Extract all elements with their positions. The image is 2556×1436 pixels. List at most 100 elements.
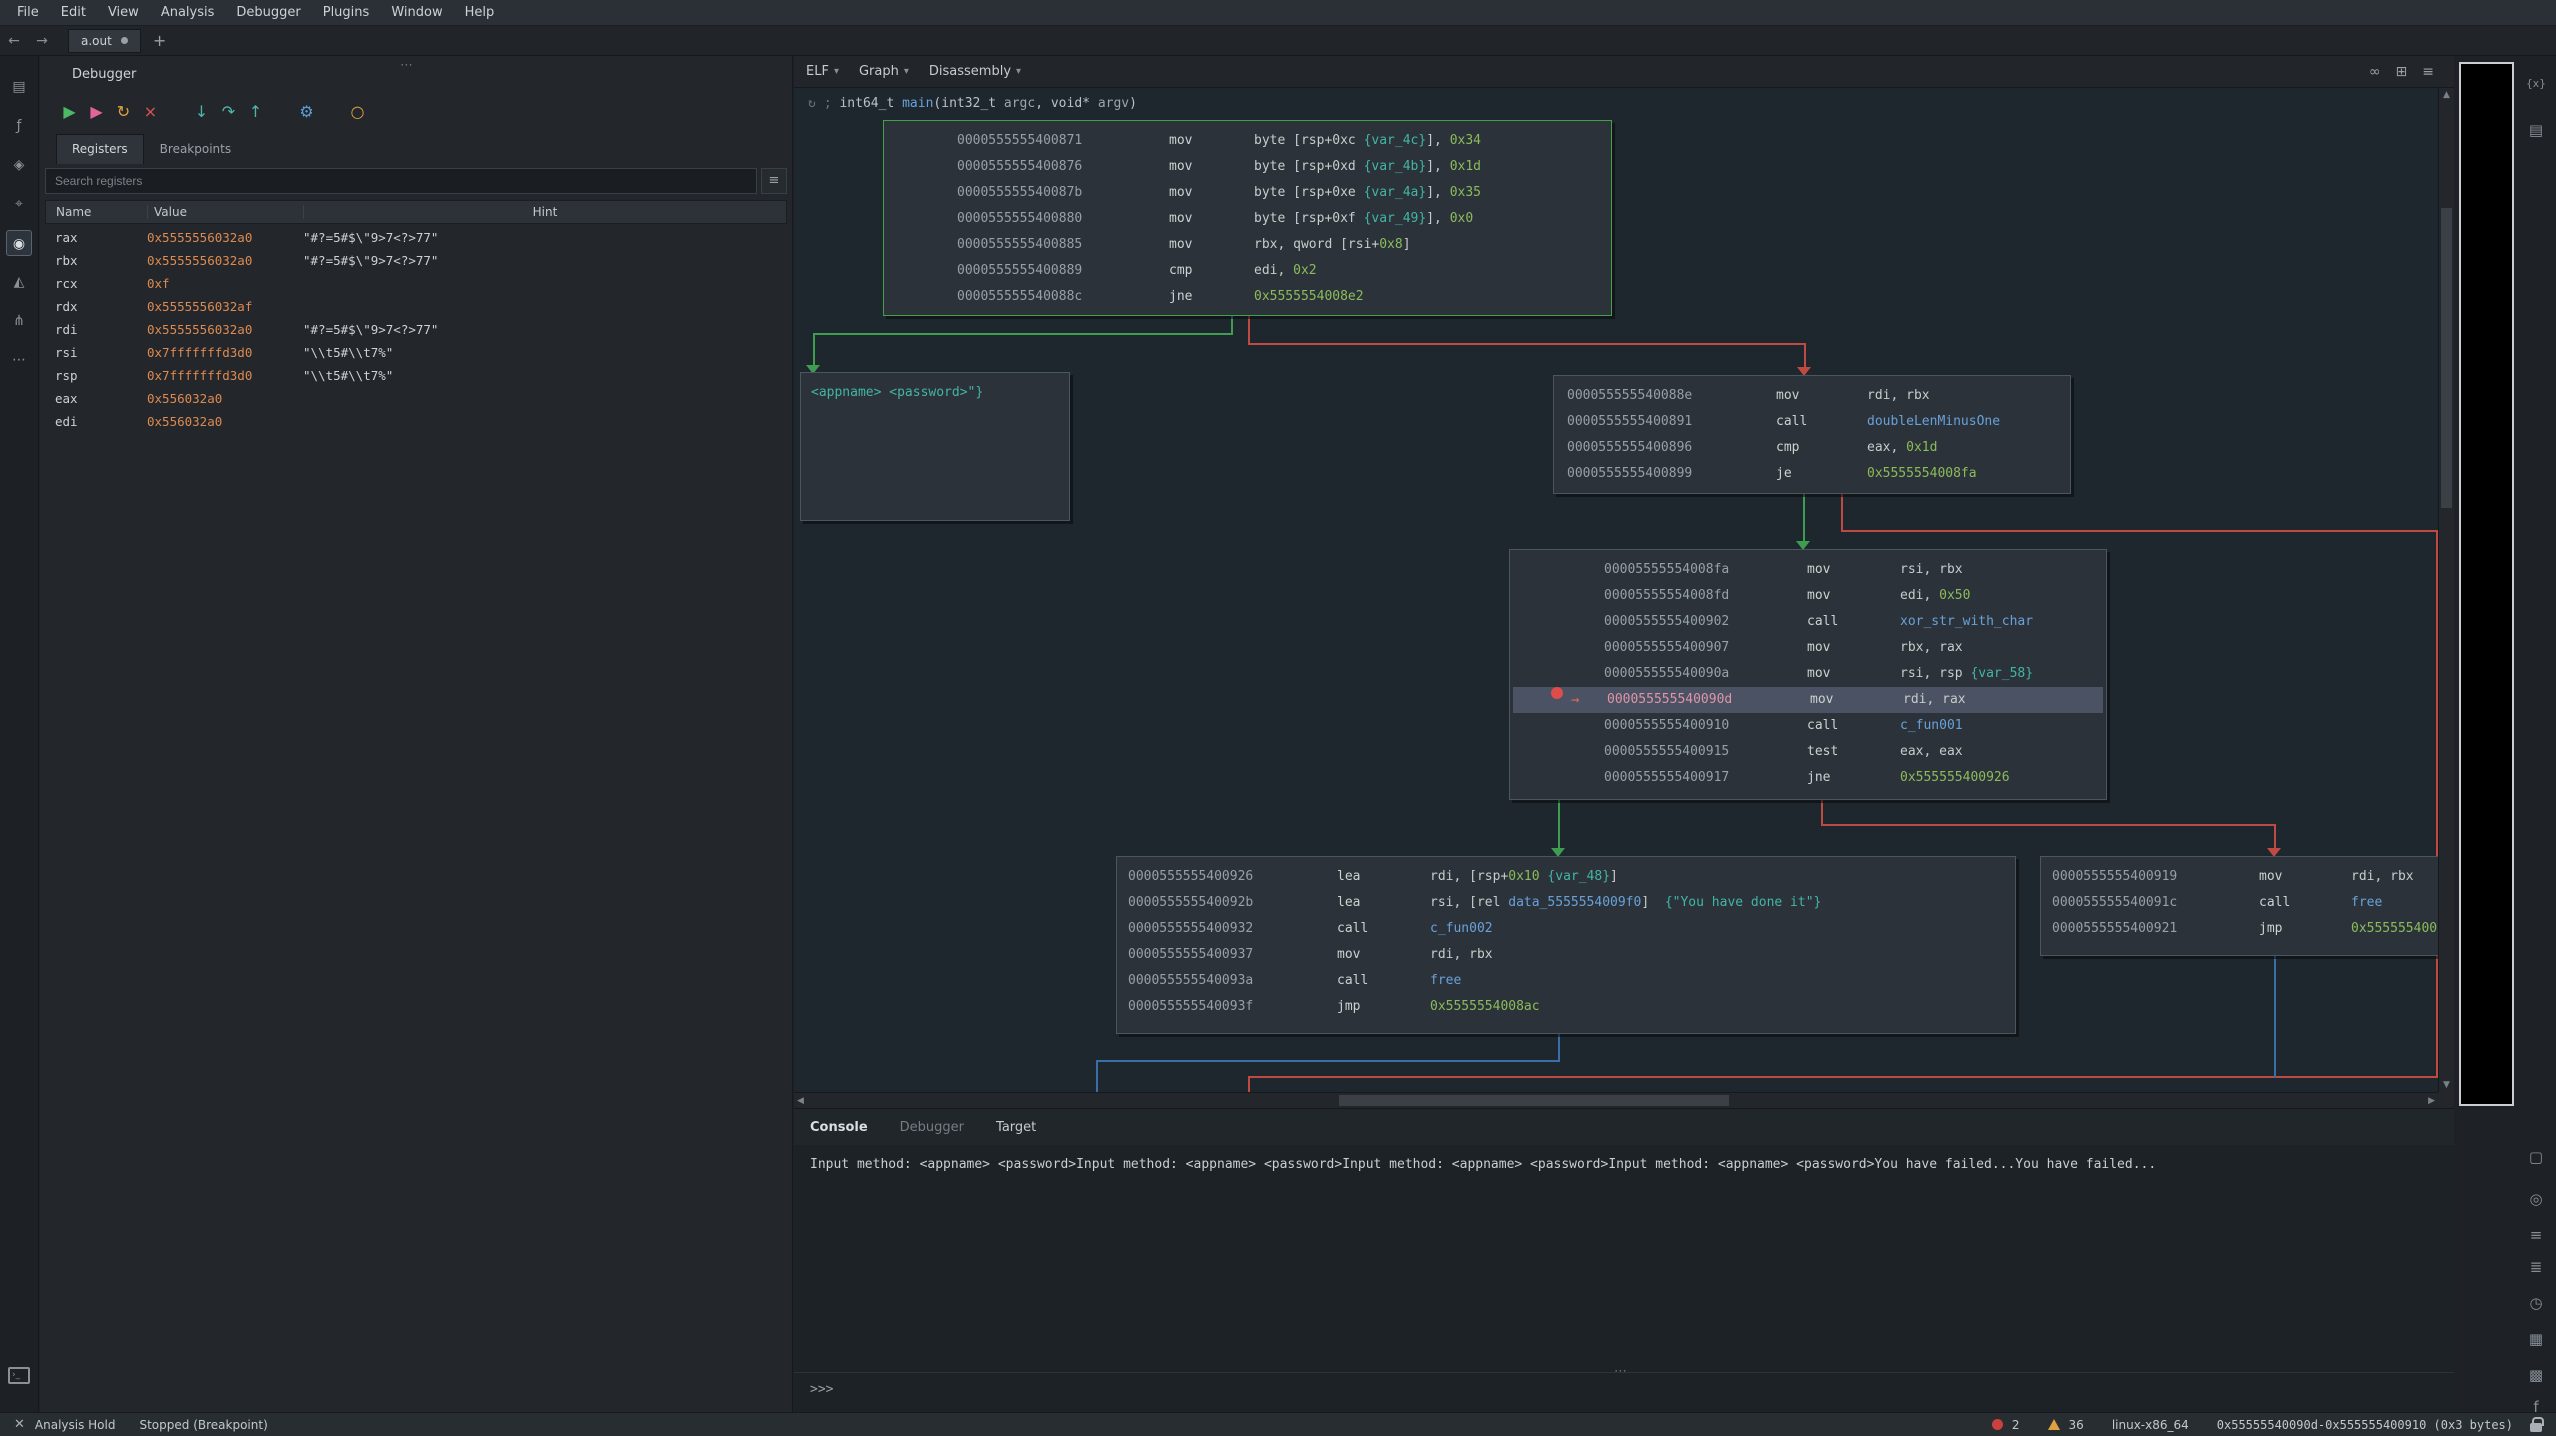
seek-icon[interactable]: ⌖	[6, 191, 32, 217]
register-row-rbx[interactable]: rbx0x5555556032a0"#?=5#$\"9>7<?>77"	[45, 249, 787, 272]
instruction-line[interactable]: 00005555554008fdmovedi, 0x50	[1510, 583, 2106, 609]
instruction-line[interactable]: 000055555540088emovrdi, rbx	[1554, 383, 2070, 409]
trace-button[interactable]: ○	[344, 102, 371, 121]
analysis-icon[interactable]: ◭	[6, 269, 32, 295]
layout-icon[interactable]: ⊞	[2396, 64, 2408, 80]
step-over-button[interactable]: ↷	[215, 102, 242, 121]
search-options-button[interactable]: ≡	[761, 168, 787, 194]
block-400919[interactable]: 0000555555400919movrdi, rbx0000555555400…	[2040, 856, 2438, 956]
overview-icon[interactable]: ▤	[6, 74, 32, 100]
instruction-line[interactable]: 0000555555400899je0x5555554008fa	[1554, 461, 2070, 487]
menu-file[interactable]: File	[6, 0, 50, 25]
stop-button[interactable]: ×	[137, 102, 164, 121]
continue-button[interactable]: ▶	[56, 102, 83, 121]
scroll-down-icon[interactable]: ▼	[2439, 1080, 2454, 1090]
block-400871[interactable]: 0000555555400871movbyte [rsp+0xc {var_4c…	[883, 120, 1612, 316]
graph-vertical-scrollbar[interactable]: ▲ ▼	[2438, 88, 2454, 1092]
nav-forward-button[interactable]: →	[28, 33, 56, 49]
instruction-line[interactable]: 000055555540087bmovbyte [rsp+0xe {var_4a…	[884, 180, 1611, 206]
segments-icon[interactable]: ▩	[2516, 1366, 2556, 1384]
nav-back-button[interactable]: ←	[0, 33, 28, 49]
flags-icon[interactable]: ◈	[6, 152, 32, 178]
register-value[interactable]: 0x556032a0	[147, 391, 303, 406]
instruction-line[interactable]: 0000555555400876movbyte [rsp+0xd {var_4b…	[884, 154, 1611, 180]
continue-until-button[interactable]: ▶	[83, 102, 110, 121]
column-header-value[interactable]: Value	[148, 205, 304, 219]
register-value[interactable]: 0x556032a0	[147, 414, 303, 429]
graph-icon[interactable]: ⋔	[6, 308, 32, 334]
breakpoint-icon[interactable]	[1551, 687, 1563, 699]
scroll-up-icon[interactable]: ▲	[2439, 90, 2454, 100]
register-row-edi[interactable]: edi0x556032a0	[45, 410, 787, 433]
menu-edit[interactable]: Edit	[50, 0, 97, 25]
scroll-left-icon[interactable]: ◀	[797, 1096, 804, 1106]
menu-view[interactable]: View	[97, 0, 150, 25]
instruction-line[interactable]: 000055555540091ccallfree	[2041, 890, 2438, 916]
register-value[interactable]: 0x5555556032a0	[147, 322, 303, 337]
step-into-button[interactable]: ↓	[188, 102, 215, 121]
instruction-line[interactable]: 000055555540093acallfree	[1117, 968, 2015, 994]
step-out-button[interactable]: ↑	[242, 102, 269, 121]
stack-icon[interactable]: ▤	[2516, 121, 2556, 139]
splitter-handle[interactable]: ⋯	[400, 58, 415, 73]
console-tab-console[interactable]: Console	[810, 1120, 868, 1135]
search-registers-input[interactable]	[45, 168, 757, 194]
menu-analysis[interactable]: Analysis	[150, 0, 226, 25]
instruction-line[interactable]: 0000555555400871movbyte [rsp+0xc {var_4c…	[884, 128, 1611, 154]
instruction-line[interactable]: 00005555554008famovrsi, rbx	[1510, 557, 2106, 583]
column-header-hint[interactable]: Hint	[304, 205, 786, 219]
search-icon[interactable]: ◎	[2516, 1190, 2556, 1208]
instruction-line[interactable]: 0000555555400889cmpedi, 0x2	[884, 258, 1611, 284]
console-tab-target[interactable]: Target	[996, 1120, 1036, 1135]
warning-icon[interactable]	[2048, 1419, 2060, 1430]
menu-window[interactable]: Window	[380, 0, 453, 25]
restart-button[interactable]: ↻	[110, 102, 137, 121]
block-400926[interactable]: 0000555555400926leardi, [rsp+0x10 {var_4…	[1116, 856, 2016, 1034]
instruction-line[interactable]: 0000555555400880movbyte [rsp+0xf {var_49…	[884, 206, 1611, 232]
imports-icon[interactable]: ≣	[2516, 1258, 2556, 1276]
menu-plugins[interactable]: Plugins	[312, 0, 381, 25]
graph-overview-minimap[interactable]	[2459, 62, 2514, 1106]
instruction-line[interactable]: 0000555555400926leardi, [rsp+0x10 {var_4…	[1117, 864, 2015, 890]
register-row-rdi[interactable]: rdi0x5555556032a0"#?=5#$\"9>7<?>77"	[45, 318, 787, 341]
graph-menu-disassembly[interactable]: Disassembly▾	[929, 64, 1021, 79]
register-row-eax[interactable]: eax0x556032a0	[45, 387, 787, 410]
instruction-line[interactable]: 0000555555400932callc_fun002	[1117, 916, 2015, 942]
graph-canvas[interactable]: ↻; int64_t main(int32_t argc, void* argv…	[794, 88, 2438, 1092]
console-output[interactable]: Input method: <appname> <password>Input …	[794, 1145, 2454, 1372]
register-row-rsp[interactable]: rsp0x7fffffffd3d0"\\t5#\\t7%"	[45, 364, 787, 387]
link-icon[interactable]: ∞	[2369, 64, 2381, 80]
instruction-line[interactable]: 0000555555400885movrbx, qword [rsi+0x8]	[884, 232, 1611, 258]
instruction-line[interactable]: 000055555540088cjne0x5555554008e2	[884, 284, 1611, 310]
strings-icon[interactable]: ≡	[2516, 1226, 2556, 1244]
tab-registers[interactable]: Registers	[56, 134, 144, 164]
scroll-thumb[interactable]	[2441, 208, 2452, 508]
register-value[interactable]: 0x7fffffffd3d0	[147, 368, 303, 383]
instruction-line[interactable]: 0000555555400896cmpeax, 0x1d	[1554, 435, 2070, 461]
debugger-icon[interactable]: ◉	[6, 230, 32, 256]
register-row-rcx[interactable]: rcx0xf	[45, 272, 787, 295]
more-icon[interactable]: ⋯	[6, 347, 32, 373]
write-lock-icon[interactable]	[2530, 1423, 2542, 1432]
tab-breakpoints[interactable]: Breakpoints	[144, 134, 247, 164]
instruction-line[interactable]: 0000555555400902callxor_str_with_char	[1510, 609, 2106, 635]
register-row-rax[interactable]: rax0x5555556032a0"#?=5#$\"9>7<?>77"	[45, 226, 787, 249]
graph-menu-elf[interactable]: ELF▾	[806, 64, 839, 79]
functions-icon[interactable]: ƒ	[6, 113, 32, 139]
instruction-line[interactable]: 0000555555400917jne0x555555400926	[1510, 765, 2106, 791]
scroll-thumb[interactable]	[1339, 1095, 1729, 1106]
menu-icon[interactable]: ≡	[2422, 64, 2434, 80]
instruction-line[interactable]: 000055555540092blearsi, [rel data_555555…	[1117, 890, 2015, 916]
sections-icon[interactable]: ▦	[2516, 1330, 2556, 1348]
instruction-line[interactable]: 0000555555400910callc_fun001	[1510, 713, 2106, 739]
tab-aout[interactable]: a.out	[68, 29, 141, 53]
register-value[interactable]: 0x5555556032af	[147, 299, 303, 314]
instruction-line[interactable]: 0000555555400921jmp0x5555554008ac	[2041, 916, 2438, 942]
console-prompt[interactable]: >>>	[810, 1382, 833, 1397]
block-40088e[interactable]: 000055555540088emovrdi, rbx 0000555555400…	[1553, 375, 2071, 494]
error-badge-icon[interactable]	[1992, 1419, 2003, 1430]
block-string[interactable]: <appname> <password>"}	[800, 372, 1070, 521]
comments-icon[interactable]: ▢	[2516, 1148, 2556, 1166]
menu-debugger[interactable]: Debugger	[225, 0, 311, 25]
graph-horizontal-scrollbar[interactable]: ◀ ▶	[794, 1092, 2438, 1108]
